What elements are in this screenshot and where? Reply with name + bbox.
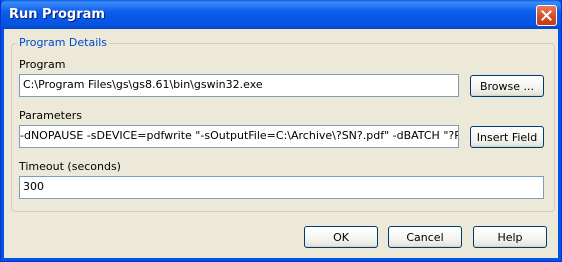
dialog-body: Program Details Program C:\Program Files… [4, 29, 558, 258]
program-label: Program [19, 58, 66, 71]
help-button[interactable]: Help [473, 226, 547, 248]
ok-button[interactable]: OK [304, 226, 378, 248]
timeout-label: Timeout (seconds) [19, 160, 121, 173]
parameters-label: Parameters [19, 109, 82, 122]
title-bar[interactable]: Run Program [1, 0, 561, 29]
close-button[interactable] [536, 5, 557, 26]
close-icon [541, 10, 552, 21]
cancel-button[interactable]: Cancel [388, 226, 462, 248]
browse-button[interactable]: Browse ... [470, 75, 544, 97]
group-legend: Program Details [17, 36, 110, 49]
parameters-input[interactable]: -dNOPAUSE -sDEVICE=pdfwrite "-sOutputFil… [19, 125, 459, 148]
run-program-dialog: Run Program Program Details Program C:\P… [0, 0, 562, 262]
program-path-input[interactable]: C:\Program Files\gs\gs8.61\bin\gswin32.e… [19, 74, 459, 97]
timeout-input[interactable]: 300 [19, 176, 544, 199]
window-title: Run Program [9, 7, 105, 22]
insert-field-button[interactable]: Insert Field [470, 126, 544, 148]
